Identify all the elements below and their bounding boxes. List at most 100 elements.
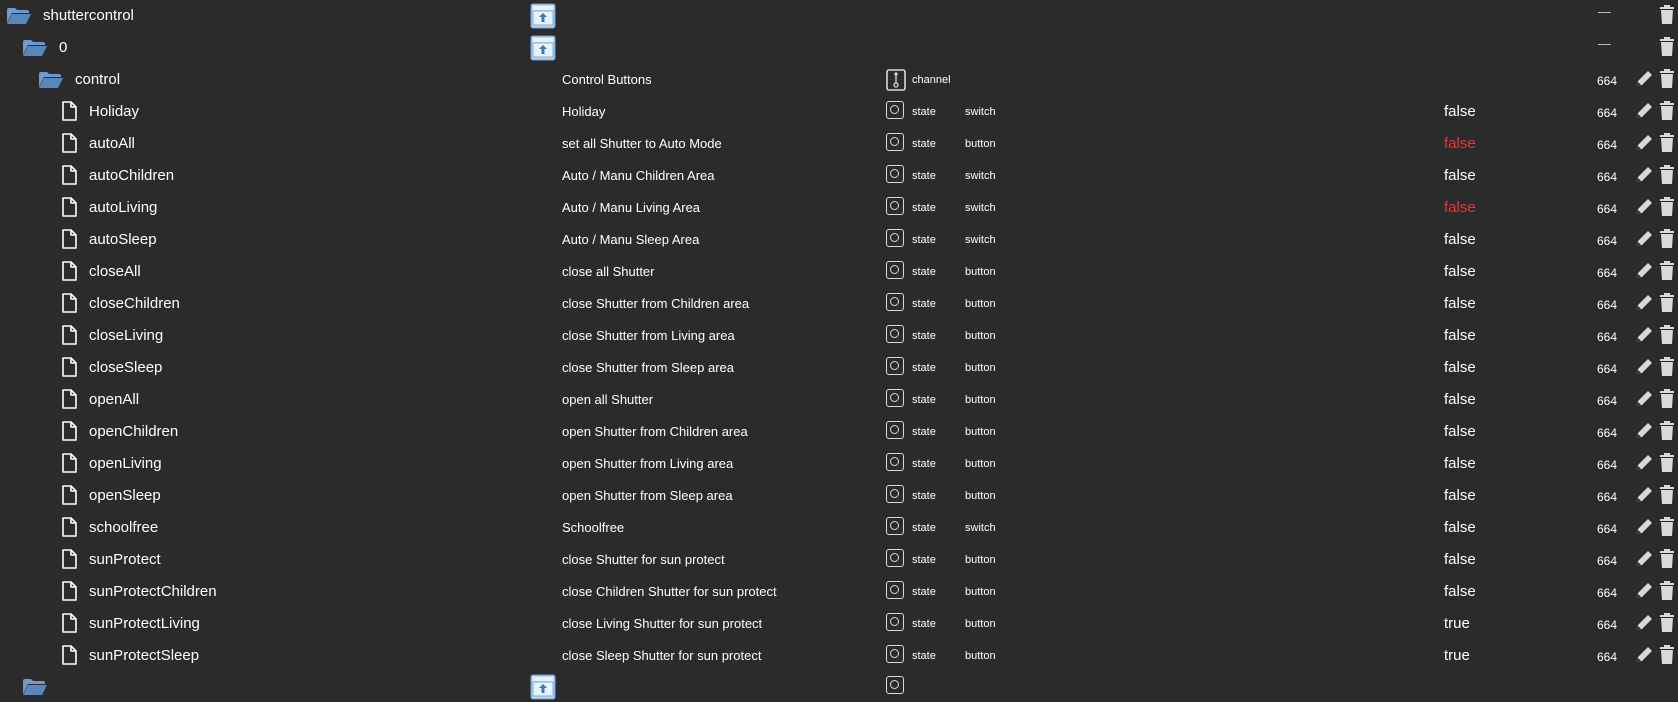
state-value[interactable]: false xyxy=(1444,423,1476,440)
minus-icon[interactable]: — xyxy=(1598,36,1611,51)
state-value[interactable]: false xyxy=(1444,295,1476,312)
trash-icon[interactable] xyxy=(1659,261,1675,281)
state-value[interactable]: false xyxy=(1444,583,1476,600)
trash-icon[interactable] xyxy=(1659,581,1675,601)
tree-row-partial[interactable] xyxy=(0,672,1678,702)
pencil-icon[interactable] xyxy=(1634,229,1654,249)
trash-icon[interactable] xyxy=(1659,133,1675,153)
tree-row-state[interactable]: sunProtectChildren close Children Shutter… xyxy=(0,577,1678,607)
folder-open-icon[interactable] xyxy=(22,39,48,57)
state-value[interactable]: false xyxy=(1444,391,1476,408)
pencil-icon[interactable] xyxy=(1634,133,1654,153)
trash-icon[interactable] xyxy=(1659,37,1675,57)
state-value[interactable]: false xyxy=(1444,167,1476,184)
tree-row-state[interactable]: autoChildren Auto / Manu Children Area sta… xyxy=(0,161,1678,191)
tree-row-state[interactable]: sunProtectLiving close Living Shutter for… xyxy=(0,609,1678,639)
state-value[interactable]: false xyxy=(1444,231,1476,248)
trash-icon[interactable] xyxy=(1659,165,1675,185)
state-role: button xyxy=(965,362,996,374)
acl-value: 664 xyxy=(1597,522,1618,536)
pencil-icon[interactable] xyxy=(1634,517,1654,537)
tree-row-state[interactable]: schoolfree Schoolfree state switch false 664 xyxy=(0,513,1678,543)
pencil-icon[interactable] xyxy=(1634,261,1654,281)
trash-icon[interactable] xyxy=(1659,549,1675,569)
trash-icon[interactable] xyxy=(1659,389,1675,409)
trash-icon[interactable] xyxy=(1659,197,1675,217)
pencil-icon[interactable] xyxy=(1634,357,1654,377)
state-value[interactable]: false xyxy=(1444,135,1476,152)
state-value[interactable]: false xyxy=(1444,103,1476,120)
pencil-icon[interactable] xyxy=(1634,165,1654,185)
tree-row-state[interactable]: Holiday Holiday state switch false 664 xyxy=(0,97,1678,127)
tree-row-state[interactable]: closeChildren close Shutter from Children… xyxy=(0,289,1678,319)
trash-icon[interactable] xyxy=(1659,101,1675,121)
state-value[interactable]: false xyxy=(1444,359,1476,376)
tree-row-state[interactable]: closeAll close all Shutter state button fals… xyxy=(0,257,1678,287)
trash-icon[interactable] xyxy=(1659,5,1675,25)
folder-name: 0 xyxy=(59,39,68,56)
pencil-icon[interactable] xyxy=(1634,581,1654,601)
trash-icon[interactable] xyxy=(1659,453,1675,473)
state-role: button xyxy=(965,266,996,278)
state-value[interactable]: false xyxy=(1444,487,1476,504)
pencil-icon[interactable] xyxy=(1634,421,1654,441)
tree-row-state[interactable]: autoLiving Auto / Manu Living Area state sw… xyxy=(0,193,1678,223)
state-value[interactable]: true xyxy=(1444,647,1470,664)
state-value[interactable]: false xyxy=(1444,519,1476,536)
trash-icon[interactable] xyxy=(1659,421,1675,441)
trash-icon[interactable] xyxy=(1659,357,1675,377)
pencil-icon[interactable] xyxy=(1634,197,1654,217)
pencil-icon[interactable] xyxy=(1634,549,1654,569)
tree-row-state[interactable]: autoAll set all Shutter to Auto Mode state… xyxy=(0,129,1678,159)
tree-row-state[interactable]: autoSleep Auto / Manu Sleep Area state swit… xyxy=(0,225,1678,255)
state-description: close Shutter from Sleep area xyxy=(562,360,734,375)
tree-row-state[interactable]: sunProtectSleep close Sleep Shutter for s… xyxy=(0,641,1678,671)
state-name: sunProtect xyxy=(89,551,161,568)
minus-icon[interactable]: — xyxy=(1598,4,1611,19)
pencil-icon[interactable] xyxy=(1634,69,1654,89)
trash-icon[interactable] xyxy=(1659,293,1675,313)
file-icon xyxy=(61,133,77,153)
pencil-icon[interactable] xyxy=(1634,613,1654,633)
state-value[interactable]: false xyxy=(1444,551,1476,568)
pencil-icon[interactable] xyxy=(1634,325,1654,345)
tree-row-state[interactable]: closeSleep close Shutter from Sleep area s… xyxy=(0,353,1678,383)
shutter-button-icon[interactable] xyxy=(530,3,556,29)
trash-icon[interactable] xyxy=(1659,613,1675,633)
state-type: state xyxy=(912,330,936,342)
state-value[interactable]: false xyxy=(1444,327,1476,344)
state-type: state xyxy=(912,202,936,214)
tree-row-state[interactable]: openSleep open Shutter from Sleep area sta… xyxy=(0,481,1678,511)
state-value[interactable]: true xyxy=(1444,615,1470,632)
trash-icon[interactable] xyxy=(1659,485,1675,505)
folder-open-icon[interactable] xyxy=(38,71,64,89)
folder-open-icon[interactable] xyxy=(6,7,32,25)
trash-icon[interactable] xyxy=(1659,517,1675,537)
trash-icon[interactable] xyxy=(1659,325,1675,345)
tree-row-state[interactable]: openAll open all Shutter state button false 6… xyxy=(0,385,1678,415)
tree-row-instance[interactable]: 0 — xyxy=(0,33,1678,63)
channel-icon xyxy=(886,69,906,91)
pencil-icon[interactable] xyxy=(1634,645,1654,665)
pencil-icon[interactable] xyxy=(1634,453,1654,473)
trash-icon[interactable] xyxy=(1659,69,1675,89)
tree-row-state[interactable]: closeLiving close Shutter from Living are… xyxy=(0,321,1678,351)
pencil-icon[interactable] xyxy=(1634,101,1654,121)
state-name: sunProtectLiving xyxy=(89,615,200,632)
shutter-button-icon[interactable] xyxy=(530,674,556,700)
tree-row-state[interactable]: openChildren open Shutter from Children a… xyxy=(0,417,1678,447)
state-value[interactable]: false xyxy=(1444,199,1476,216)
pencil-icon[interactable] xyxy=(1634,293,1654,313)
trash-icon[interactable] xyxy=(1659,229,1675,249)
pencil-icon[interactable] xyxy=(1634,389,1654,409)
shutter-button-icon[interactable] xyxy=(530,35,556,61)
state-value[interactable]: false xyxy=(1444,263,1476,280)
tree-row-root[interactable]: shuttercontrol — xyxy=(0,1,1678,31)
acl-value: 664 xyxy=(1597,138,1618,152)
trash-icon[interactable] xyxy=(1659,645,1675,665)
pencil-icon[interactable] xyxy=(1634,485,1654,505)
tree-row-channel[interactable]: control Control Buttons channel 664 xyxy=(0,65,1678,95)
tree-row-state[interactable]: sunProtect close Shutter for sun protect s… xyxy=(0,545,1678,575)
tree-row-state[interactable]: openLiving open Shutter from Living area s… xyxy=(0,449,1678,479)
state-value[interactable]: false xyxy=(1444,455,1476,472)
